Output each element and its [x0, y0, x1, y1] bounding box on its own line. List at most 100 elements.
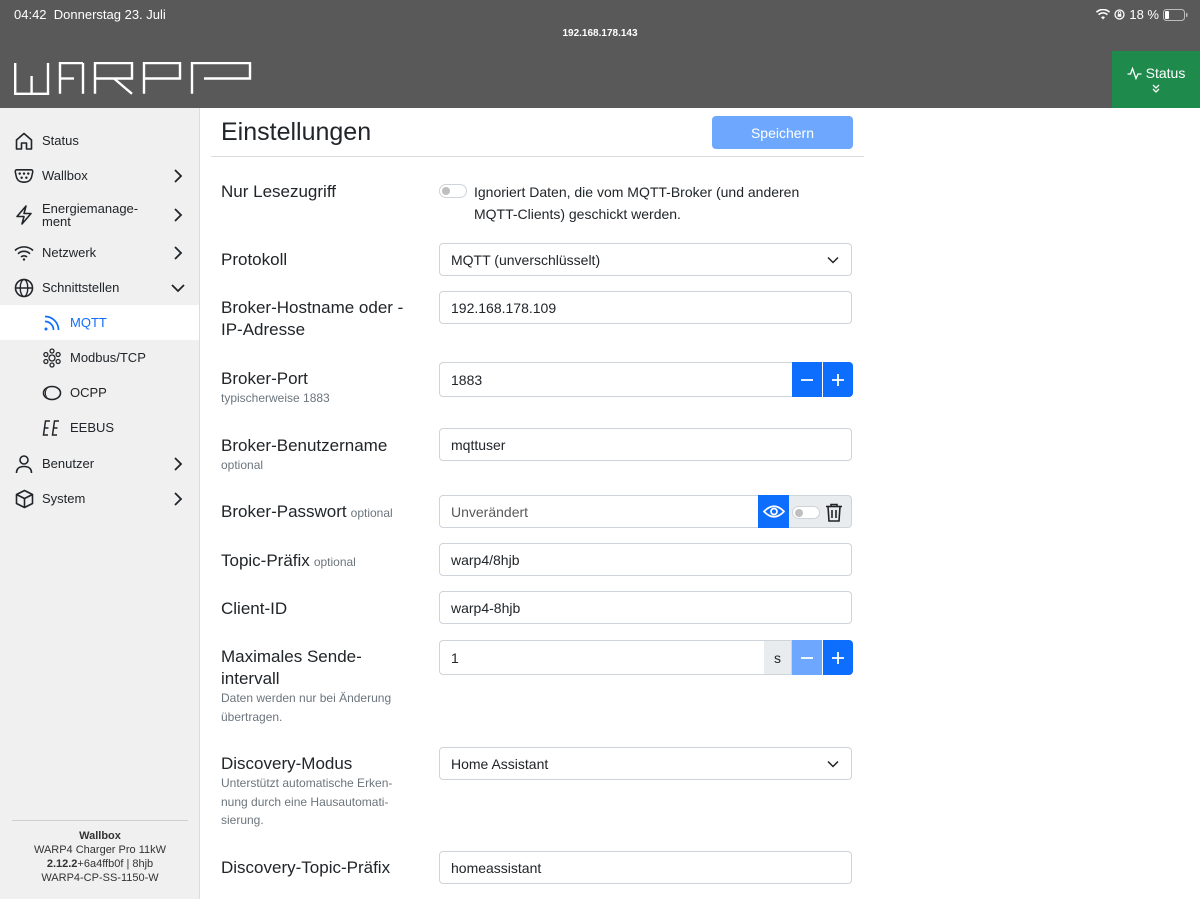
top-bar: 04:42 Donnerstag 23. Juli 18 % 192.168.1…	[0, 0, 1200, 108]
battery-percent: 18 %	[1129, 7, 1159, 22]
modbus-icon	[42, 347, 62, 368]
plug-icon	[14, 166, 34, 186]
send-interval-input[interactable]: 1	[439, 640, 765, 675]
username-hint: optional	[221, 458, 264, 472]
trash-icon	[826, 503, 842, 522]
status-button-label: Status	[1145, 65, 1186, 81]
user-icon	[14, 454, 34, 474]
username-input[interactable]: mqttuser	[439, 428, 852, 461]
send-interval-increment-button[interactable]	[823, 640, 853, 675]
chevron-right-icon	[174, 245, 183, 260]
sidebar-item-benutzer[interactable]: Benutzer	[0, 446, 199, 481]
eebus-icon	[42, 418, 62, 438]
sidebar-item-wallbox[interactable]: Wallbox	[0, 158, 199, 193]
password-input[interactable]: Unverändert	[439, 495, 759, 528]
sidebar-item-eebus[interactable]: EEBUS	[0, 410, 199, 445]
protocol-label: Protokoll	[221, 250, 288, 269]
save-button[interactable]: Speichern	[712, 116, 853, 149]
discovery-mode-label: Discovery-Modus	[221, 754, 353, 773]
footer-model: WARP4 Charger Pro 11kW	[33, 844, 167, 856]
send-interval-hint: Daten werden nur bei Änderung übertragen…	[221, 691, 392, 724]
chevron-right-icon	[174, 207, 183, 222]
sidebar-item-label: Wallbox	[42, 168, 88, 183]
minus-icon	[801, 378, 813, 381]
send-interval-label: Maximales Sende- intervall	[221, 647, 362, 688]
sidebar-item-label: Schnittstellen	[42, 280, 120, 295]
switch-knob	[795, 508, 803, 517]
statusbar-time: 04:42 Donnerstag 23. Juli	[14, 7, 166, 22]
hostname-label: Broker-Hostname oder - IP-Adresse	[221, 298, 404, 339]
activity-icon	[1127, 66, 1142, 80]
sidebar-item-label: Netzwerk	[42, 245, 97, 260]
chevron-right-icon	[174, 491, 183, 506]
sidebar-footer: Wallbox WARP4 Charger Pro 11kW 2.12.2+6a…	[12, 820, 188, 885]
wifi-icon	[1096, 9, 1111, 20]
discovery-mode-hint: Unterstützt automatische Erken- nung dur…	[221, 776, 393, 827]
topic-prefix-label: Topic-Präfix optional	[221, 551, 356, 570]
password-clear-group	[789, 495, 852, 528]
discovery-prefix-input[interactable]: homeassistant	[439, 851, 852, 884]
send-interval-decrement-button[interactable]	[792, 640, 822, 675]
switch-knob	[442, 187, 450, 195]
cube-icon	[14, 489, 34, 509]
globe-icon	[14, 278, 34, 298]
page-header: Einstellungen Speichern	[211, 108, 864, 157]
port-increment-button[interactable]	[823, 362, 853, 397]
port-input[interactable]: 1883	[439, 362, 793, 397]
home-icon	[14, 131, 34, 151]
sidebar-item-status[interactable]: Status	[0, 123, 199, 158]
sidebar-item-label: Status	[42, 133, 79, 148]
readonly-label: Nur Lesezugriff	[221, 182, 336, 201]
password-label: Broker-Passwort optional	[221, 502, 393, 521]
eye-icon	[762, 505, 785, 518]
minus-icon	[801, 656, 813, 659]
client-id-input[interactable]: warp4-8hjb	[439, 591, 852, 624]
battery-icon	[1163, 8, 1188, 21]
lightning-icon	[14, 204, 34, 225]
wifi-icon	[14, 243, 34, 263]
status-button[interactable]: Status	[1112, 51, 1200, 108]
sidebar-item-netzwerk[interactable]: Netzwerk	[0, 235, 199, 270]
protocol-select[interactable]: MQTT (unverschlüsselt)	[439, 243, 852, 276]
chevron-down-icon	[827, 256, 839, 264]
sidebar: Status Wallbox Energiemanage- ment Netzw…	[0, 108, 200, 899]
send-interval-unit: s	[764, 640, 792, 675]
discovery-prefix-label: Discovery-Topic-Präfix	[221, 858, 391, 877]
warp-logo[interactable]	[14, 62, 252, 95]
url-bar[interactable]: 192.168.178.143	[0, 28, 1200, 39]
client-id-label: Client-ID	[221, 599, 288, 618]
rotation-lock-icon	[1114, 9, 1126, 20]
sidebar-item-label: Benutzer	[42, 456, 95, 471]
footer-serial: WARP4-CP-SS-1150-W	[41, 872, 159, 884]
chevron-right-icon	[174, 456, 183, 471]
footer-version: 2.12.2+6a4ffb0f | 8hjb	[46, 858, 154, 870]
sidebar-item-label: System	[42, 491, 86, 506]
port-hint: typischerweise 1883	[221, 391, 330, 405]
chevrons-down-icon	[1152, 84, 1160, 93]
port-decrement-button[interactable]	[792, 362, 822, 397]
statusbar-right: 18 %	[1096, 7, 1188, 22]
sidebar-item-system[interactable]: System	[0, 481, 199, 516]
sidebar-item-schnittstellen[interactable]: Schnittstellen	[0, 270, 199, 305]
plus-icon	[832, 373, 844, 386]
chevron-down-icon	[827, 760, 839, 768]
show-password-button[interactable]	[758, 495, 789, 528]
discovery-mode-select[interactable]: Home Assistant	[439, 747, 852, 780]
ocpp-icon	[42, 383, 62, 403]
sidebar-item-label: MQTT	[70, 315, 107, 330]
clear-password-switch[interactable]	[792, 506, 820, 519]
port-label: Broker-Port	[221, 369, 308, 388]
sidebar-item-ocpp[interactable]: OCPP	[0, 375, 199, 410]
sidebar-item-label: EEBUS	[70, 420, 115, 435]
sidebar-item-modbus[interactable]: Modbus/TCP	[0, 340, 199, 375]
readonly-description: Ignoriert Daten, die vom MQTT-Broker (un…	[474, 184, 800, 222]
sidebar-item-energiemanagement[interactable]: Energiemanage- ment	[0, 197, 199, 232]
readonly-switch[interactable]	[439, 184, 467, 198]
sidebar-item-mqtt[interactable]: MQTT	[0, 305, 199, 340]
topic-prefix-input[interactable]: warp4/8hjb	[439, 543, 852, 576]
sidebar-item-label: OCPP	[70, 385, 107, 400]
chevron-right-icon	[174, 168, 183, 183]
plus-icon	[832, 651, 844, 664]
hostname-input[interactable]: 192.168.178.109	[439, 291, 852, 324]
page-title: Einstellungen	[221, 118, 372, 146]
